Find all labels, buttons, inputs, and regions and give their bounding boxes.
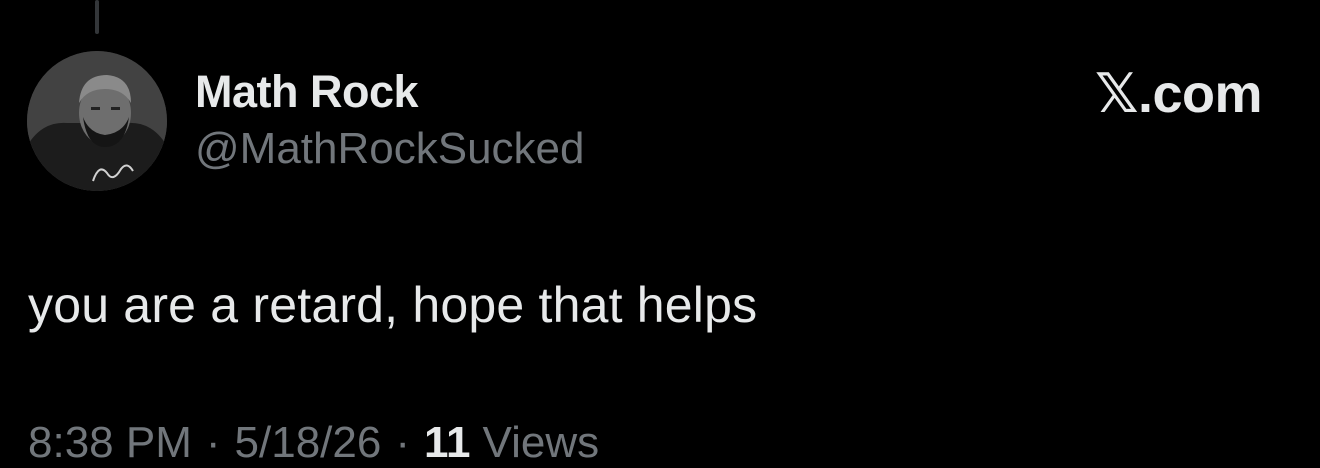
views-label: Views <box>482 418 600 467</box>
tweet-text: you are a retard, hope that helps <box>28 277 758 333</box>
tweet-time[interactable]: 8:38 PM <box>28 418 192 467</box>
thread-connector-line <box>95 0 99 34</box>
brand-logo-text: 𝕏.com <box>1094 64 1263 124</box>
views-count: 11 <box>424 418 471 467</box>
tweet-date[interactable]: 5/18/26 <box>235 418 382 467</box>
avatar-photo <box>27 51 167 191</box>
author-handle[interactable]: @MathRockSucked <box>195 124 585 174</box>
meta-separator-2: · <box>395 418 410 467</box>
tweet-meta: 8:38 PM · 5/18/26 · 11 Views <box>28 418 599 468</box>
avatar[interactable] <box>27 51 167 191</box>
author-display-name[interactable]: Math Rock <box>195 66 419 118</box>
meta-separator: · <box>205 418 221 467</box>
